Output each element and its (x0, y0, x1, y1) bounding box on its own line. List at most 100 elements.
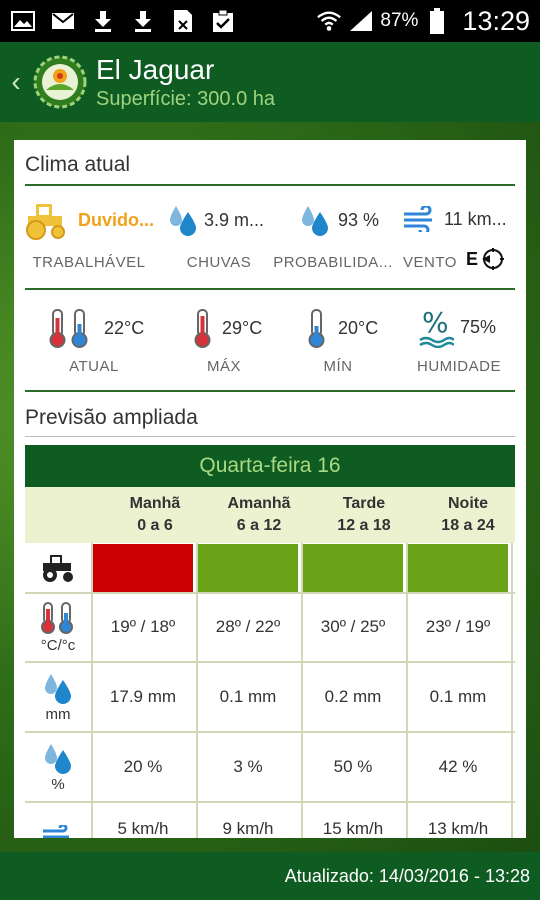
probability-row-icon-cell: % (25, 733, 91, 801)
column-separator (196, 543, 198, 838)
rain-cell: 0.1 mm (429, 687, 487, 706)
humidity-value: 75% (460, 316, 497, 337)
min-temp-label: MÍN (323, 358, 353, 375)
thermometer-cold-icon (308, 309, 325, 348)
divider (25, 390, 515, 392)
wind-cell: 5 km/h (117, 819, 169, 838)
rain-drops-icon (45, 743, 71, 774)
rain-drops-icon (170, 206, 196, 236)
temperature-cell: 19º / 18º (110, 617, 176, 636)
rain-row-icon-cell: mm (25, 663, 91, 731)
probability-unit: % (51, 775, 65, 793)
wind-cell: 15 km/h (322, 819, 384, 838)
current-weather-title: Clima atual (25, 153, 131, 176)
update-bar: Atualizado: 14/03/2016 - 13:28 (0, 852, 540, 900)
row-separator (25, 592, 515, 594)
download-icon (130, 8, 156, 34)
probability-row: % 20 % 3 % 50 % 42 % (25, 733, 515, 801)
period-afternoon: Tarde 12 a 18 (312, 493, 416, 537)
period-name: Tarde (342, 495, 386, 512)
divider (25, 288, 515, 290)
probability-cell: 42 % (438, 757, 478, 776)
last-updated: Atualizado: 14/03/2016 - 13:28 (284, 865, 530, 886)
wind-cell: 13 km/h (427, 819, 489, 838)
row-separator (25, 801, 515, 803)
period-morning: Manhã 0 a 6 (103, 493, 207, 537)
period-range: 12 a 18 (337, 517, 391, 534)
humidity-metric[interactable]: % 75% (418, 306, 496, 348)
divider (25, 184, 515, 186)
svg-text:%: % (422, 306, 449, 339)
period-night: Noite 18 a 24 (416, 493, 520, 537)
rain-cell: 17.9 mm (109, 687, 177, 706)
current-temp-metric[interactable]: 22°C (46, 306, 144, 350)
workability-cell (196, 544, 298, 592)
forecast-title: Previsão ampliada (25, 406, 198, 429)
min-temp-metric[interactable]: 20°C (304, 306, 378, 350)
wind-cell: 9 km/h (222, 819, 274, 838)
humidity-label: HUMIDADE (416, 358, 501, 375)
back-chevron-icon[interactable]: ‹ (2, 66, 30, 98)
max-temp-metric[interactable]: 29°C (190, 306, 262, 350)
period-name: Amanhã (227, 495, 291, 512)
status-bar: 87% 13:29 (0, 0, 540, 42)
rain-label: CHUVAS (186, 254, 252, 271)
probability-label: PROBABILIDA... (273, 254, 393, 271)
workability-cell (406, 544, 508, 592)
probability-metric[interactable]: 93 % (298, 202, 379, 238)
period-name: Noite (448, 495, 488, 512)
rain-cell: 0.2 mm (324, 687, 382, 706)
download-icon (90, 8, 116, 34)
forecast-day-header[interactable]: Quarta-feira 16 (25, 445, 515, 487)
wind-direction: E (466, 246, 506, 272)
workability-metric[interactable]: Duvido... (24, 200, 154, 240)
wind-row-icon-cell (25, 803, 91, 838)
battery-icon (424, 8, 450, 34)
rain-drops-icon (302, 206, 328, 236)
temperature-cell: 30º / 25º (320, 617, 386, 636)
wifi-icon (316, 8, 342, 34)
rain-value: 3.9 m... (204, 209, 265, 230)
temperature-cell: 23º / 19º (425, 617, 491, 636)
workability-label: TRABALHÁVEL (32, 254, 146, 271)
temperature-cell: 28º / 22º (215, 617, 281, 636)
column-separator (91, 543, 93, 838)
current-temp-label: ATUAL (69, 358, 119, 375)
column-separator (406, 543, 408, 838)
app-logo[interactable] (32, 54, 88, 110)
wind-metric[interactable]: 11 km... (402, 206, 507, 232)
probability-value: 93 % (338, 209, 380, 230)
weather-card[interactable]: Clima atual Duvido... 3.9 m... 93 % 11 k… (14, 140, 526, 838)
humidity-icon: % (419, 306, 454, 348)
mail-icon (50, 8, 76, 34)
workability-row-icon-cell (25, 543, 91, 593)
clipboard-icon (210, 8, 236, 34)
rain-metric[interactable]: 3.9 m... (166, 202, 264, 238)
field-area: Superfície: 300.0 ha (96, 87, 276, 110)
row-separator (25, 731, 515, 733)
column-separator (511, 543, 513, 838)
period-name: Manhã (129, 495, 181, 512)
thermometer-icon (41, 601, 73, 634)
wind-value: 11 km... (444, 208, 507, 229)
current-temp-value: 22°C (104, 317, 145, 338)
rain-drops-icon (45, 673, 71, 704)
column-separator (301, 543, 303, 838)
rain-row: mm 17.9 mm 0.1 mm 0.2 mm 0.1 mm (25, 663, 515, 731)
sim-icon (170, 8, 196, 34)
workability-row (25, 543, 515, 593)
probability-cell: 20 % (123, 757, 163, 776)
tractor-icon (43, 555, 73, 582)
thermometer-icon (49, 309, 88, 348)
period-range: 18 a 24 (441, 517, 495, 534)
periods-header: Manhã 0 a 6 Amanhã 6 a 12 Tarde 12 a 18 … (25, 487, 515, 543)
image-icon (10, 8, 36, 34)
app-header: ‹ El Jaguar Superfície: 300.0 ha (0, 42, 540, 122)
row-separator (25, 661, 515, 663)
workability-cell (91, 544, 193, 592)
workability-cell (301, 544, 403, 592)
wind-label: VENTO (403, 254, 457, 271)
divider (25, 436, 515, 437)
signal-icon (348, 8, 374, 34)
temperature-row: °C/°c 19º / 18º 28º / 22º 30º / 25º 23º … (25, 593, 515, 661)
